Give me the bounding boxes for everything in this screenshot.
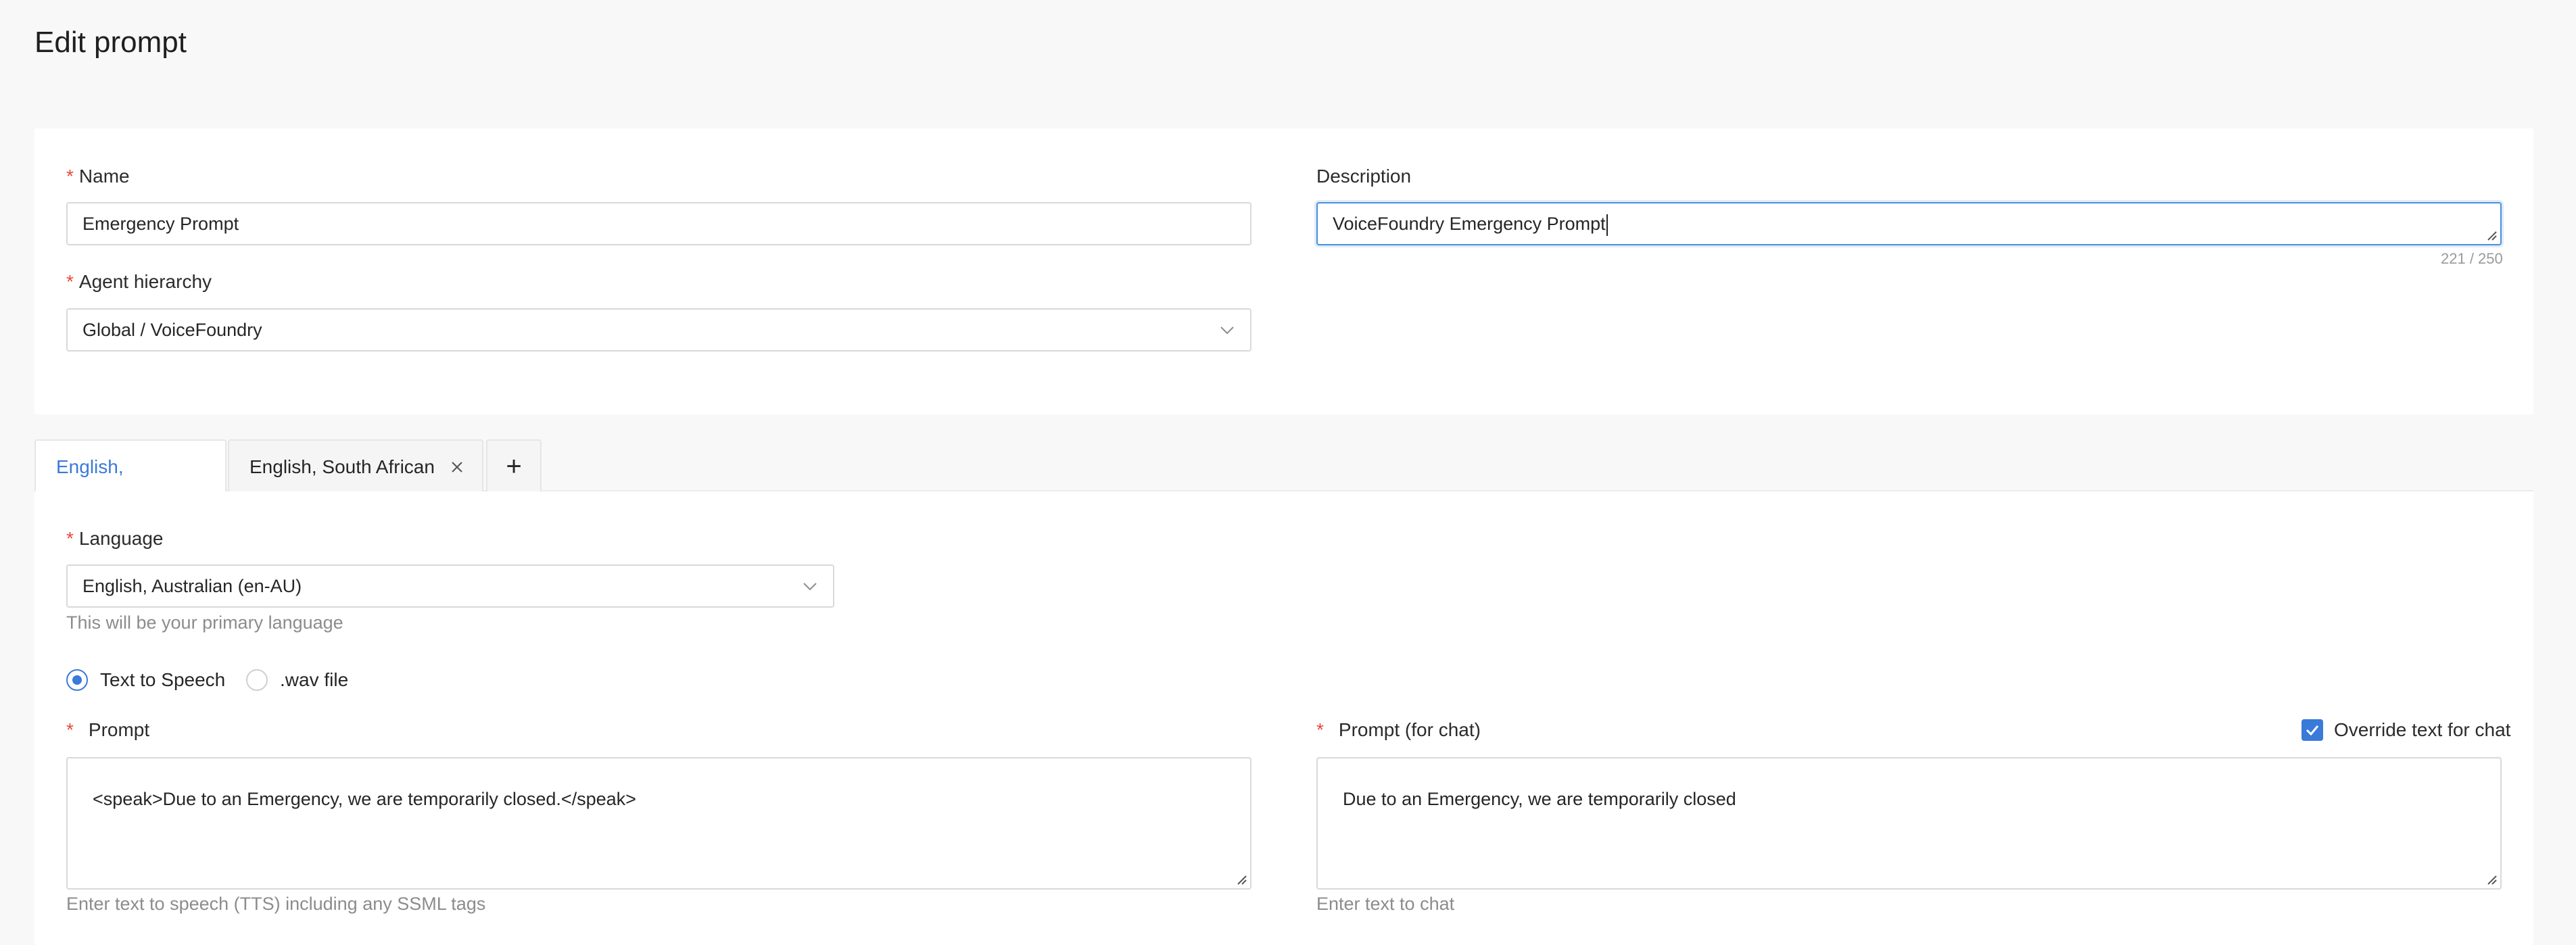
plus-icon: + bbox=[506, 452, 522, 481]
close-icon[interactable] bbox=[450, 460, 464, 475]
required-marker: * bbox=[1316, 719, 1324, 740]
prompt-label: * Prompt bbox=[66, 719, 149, 741]
description-input-value: VoiceFoundry Emergency Prompt bbox=[1333, 214, 1606, 234]
prompt-chat-label-text: Prompt (for chat) bbox=[1338, 719, 1481, 740]
language-label: * Language bbox=[66, 528, 163, 550]
radio-checked-indicator bbox=[66, 669, 88, 691]
radio-wav-file[interactable]: .wav file bbox=[246, 669, 348, 691]
override-chat-checkbox[interactable] bbox=[2301, 719, 2323, 741]
name-input[interactable]: Emergency Prompt bbox=[66, 202, 1251, 245]
prompt-chat-textarea-value: Due to an Emergency, we are temporarily … bbox=[1343, 789, 1736, 809]
agent-hierarchy-select[interactable]: Global / VoiceFoundry bbox=[66, 308, 1251, 352]
required-marker: * bbox=[66, 719, 74, 740]
tab-english-australian[interactable]: English, Australian bbox=[34, 439, 226, 529]
prompt-chat-help-text: Enter text to chat bbox=[1316, 894, 1455, 914]
resize-grip-icon[interactable] bbox=[1235, 873, 1247, 886]
description-label: Description bbox=[1316, 166, 1412, 187]
radio-unchecked-indicator bbox=[246, 669, 268, 691]
chevron-down-icon bbox=[1220, 326, 1234, 335]
tab-label: English, South African bbox=[249, 456, 435, 477]
resize-grip-icon[interactable] bbox=[2485, 229, 2498, 241]
required-marker: * bbox=[66, 528, 74, 549]
text-caret bbox=[1606, 214, 1608, 236]
language-select-value: English, Australian (en-AU) bbox=[82, 576, 302, 596]
required-marker: * bbox=[66, 271, 74, 292]
resize-grip-icon[interactable] bbox=[2485, 873, 2498, 886]
language-label-text: Language bbox=[78, 528, 164, 549]
name-input-value: Emergency Prompt bbox=[82, 214, 239, 234]
agent-hierarchy-label: * Agent hierarchy bbox=[66, 271, 212, 293]
prompt-textarea[interactable]: <speak>Due to an Emergency, we are tempo… bbox=[66, 757, 1251, 890]
add-language-button[interactable]: + bbox=[486, 439, 542, 493]
prompt-chat-textarea[interactable]: Due to an Emergency, we are temporarily … bbox=[1316, 757, 2502, 890]
radio-text-to-speech[interactable]: Text to Speech bbox=[66, 669, 225, 691]
prompt-chat-label: * Prompt (for chat) bbox=[1316, 719, 1481, 741]
tab-english-south-african[interactable]: English, South African bbox=[228, 439, 483, 493]
page-title: Edit prompt bbox=[34, 26, 187, 59]
general-settings-card bbox=[34, 128, 2533, 414]
radio-label: Text to Speech bbox=[100, 669, 226, 690]
name-label: * Name bbox=[66, 166, 130, 187]
description-input[interactable]: VoiceFoundry Emergency Prompt bbox=[1316, 202, 2502, 245]
radio-label: .wav file bbox=[280, 669, 349, 690]
prompt-label-text: Prompt bbox=[88, 719, 150, 740]
required-marker: * bbox=[66, 166, 74, 187]
agent-hierarchy-label-text: Agent hierarchy bbox=[78, 271, 212, 292]
language-tabs: English, Australian English, South Afric… bbox=[34, 439, 2533, 529]
chevron-down-icon bbox=[803, 583, 817, 591]
prompt-help-text: Enter text to speech (TTS) including any… bbox=[66, 894, 486, 914]
name-label-text: Name bbox=[78, 166, 130, 187]
override-chat-label[interactable]: Override text for chat bbox=[2334, 719, 2510, 741]
language-select[interactable]: English, Australian (en-AU) bbox=[66, 564, 834, 608]
character-counter: 221 / 250 bbox=[2441, 250, 2503, 267]
prompt-textarea-value: <speak>Due to an Emergency, we are tempo… bbox=[93, 789, 636, 809]
language-help-text: This will be your primary language bbox=[66, 612, 343, 633]
agent-hierarchy-value: Global / VoiceFoundry bbox=[82, 320, 262, 340]
